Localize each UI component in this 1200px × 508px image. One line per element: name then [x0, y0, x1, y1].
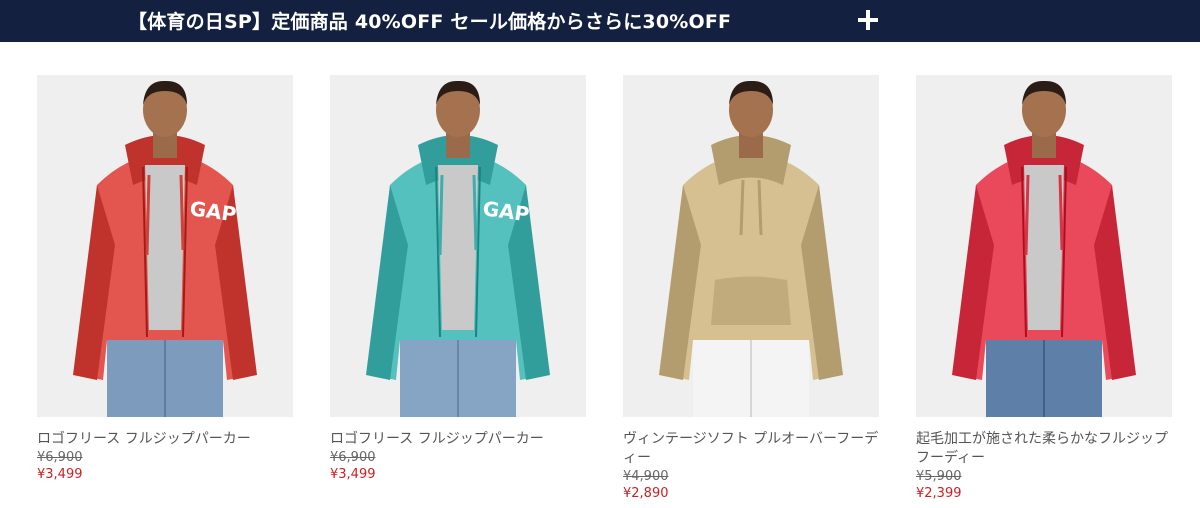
original-price: ¥6,900: [330, 450, 376, 465]
product-card[interactable]: GAP ロゴフリース フルジップパーカー ¥6,900 ¥3,499: [37, 75, 293, 483]
sale-price: ¥2,890: [623, 486, 669, 501]
product-name[interactable]: ロゴフリース フルジップパーカー: [330, 430, 590, 449]
product-name[interactable]: 起毛加工が施された柔らかなフルジップフーディー: [916, 430, 1176, 468]
product-card[interactable]: GAP ロゴフリース フルジップパーカー ¥6,900 ¥3,499: [330, 75, 586, 483]
product-name[interactable]: ヴィンテージソフト プルオーバーフーディー: [623, 430, 883, 468]
product-image[interactable]: [916, 75, 1172, 417]
plus-icon[interactable]: [858, 10, 878, 30]
sale-price: ¥3,499: [330, 467, 376, 482]
original-price: ¥6,900: [37, 450, 83, 465]
product-image[interactable]: GAP: [37, 75, 293, 417]
original-price: ¥5,900: [916, 469, 962, 484]
original-price: ¥4,900: [623, 469, 669, 484]
sale-price: ¥3,499: [37, 467, 83, 482]
promo-banner[interactable]: 【体育の日SP】定価商品 40%OFF セール価格からさらに30%OFF: [0, 0, 1200, 42]
product-image[interactable]: [623, 75, 879, 417]
product-image[interactable]: GAP: [330, 75, 586, 417]
promo-banner-text: 【体育の日SP】定価商品 40%OFF セール価格からさらに30%OFF: [128, 11, 732, 33]
sale-price: ¥2,399: [916, 486, 962, 501]
product-card[interactable]: ヴィンテージソフト プルオーバーフーディー ¥4,900 ¥2,890: [623, 75, 879, 502]
product-card[interactable]: 起毛加工が施された柔らかなフルジップフーディー ¥5,900 ¥2,399: [916, 75, 1172, 502]
product-name[interactable]: ロゴフリース フルジップパーカー: [37, 430, 297, 449]
